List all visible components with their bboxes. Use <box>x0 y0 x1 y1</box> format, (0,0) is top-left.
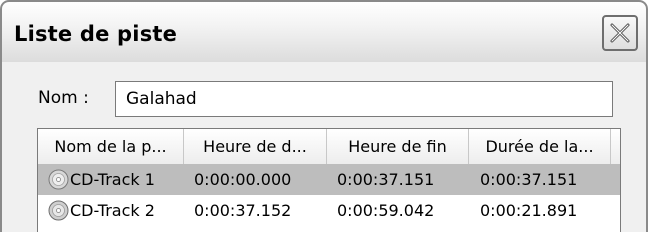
dialog-title: Liste de piste <box>14 22 178 46</box>
track-duration: 0:00:37.151 <box>480 170 578 189</box>
column-header-duration[interactable]: Durée de la... <box>469 129 611 164</box>
column-header-name[interactable]: Nom de la p... <box>38 129 184 164</box>
table-row[interactable]: CD-Track 1 0:00:00.000 0:00:37.151 0:00:… <box>38 164 620 195</box>
track-name: CD-Track 2 <box>70 201 155 220</box>
close-button[interactable] <box>602 15 638 51</box>
track-end: 0:00:37.151 <box>337 170 435 189</box>
cd-icon <box>48 200 69 221</box>
title-bar[interactable]: Liste de piste <box>0 0 648 62</box>
track-name: CD-Track 1 <box>70 170 155 189</box>
track-end: 0:00:59.042 <box>337 201 435 220</box>
name-label: Nom : <box>38 88 89 108</box>
name-input[interactable] <box>115 81 613 117</box>
column-header-start[interactable]: Heure de d... <box>184 129 327 164</box>
track-list-dialog: Liste de piste Nom : Nom de la p... Heur… <box>0 0 648 232</box>
table-row[interactable]: CD-Track 2 0:00:37.152 0:00:59.042 0:00:… <box>38 195 620 226</box>
track-listview[interactable]: Nom de la p... Heure de d... Heure de fi… <box>37 128 621 232</box>
track-start: 0:00:37.152 <box>194 201 292 220</box>
track-start: 0:00:00.000 <box>194 170 292 189</box>
cd-icon <box>48 169 69 190</box>
close-icon <box>610 23 630 43</box>
list-header: Nom de la p... Heure de d... Heure de fi… <box>38 129 620 165</box>
column-header-end[interactable]: Heure de fin <box>327 129 469 164</box>
track-duration: 0:00:21.891 <box>480 201 578 220</box>
